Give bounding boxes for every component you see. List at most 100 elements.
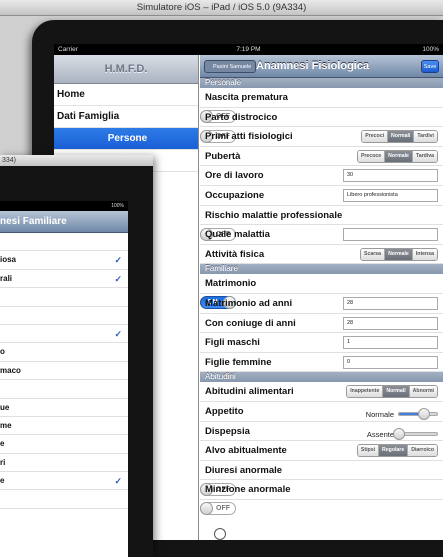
back-simulator-window: 334) 100% nesi Familiare iosa ✓ rali ✓ ✓ o mac…	[0, 155, 153, 557]
back-button[interactable]: Pasini Samuele	[204, 60, 257, 73]
back-window-title: 334)	[0, 155, 153, 166]
list-item-label: iosa	[0, 255, 17, 265]
list-item[interactable]: iosa ✓	[0, 251, 128, 270]
ore-lavoro-field[interactable]: 30	[343, 169, 438, 183]
list-item[interactable]	[0, 380, 128, 399]
figli-maschi-field[interactable]: 1	[343, 336, 438, 350]
list-item[interactable]: ri	[0, 454, 128, 473]
clock: 7:19 PM	[236, 46, 261, 53]
segment-normali[interactable]: Normali	[383, 386, 410, 398]
segment-inappetente[interactable]: Inappetente	[347, 386, 384, 398]
segment-abnormi[interactable]: Abnormi	[409, 386, 437, 398]
coniuge-anni-field[interactable]: 28	[343, 316, 438, 330]
segment-precoci[interactable]: Precoci	[362, 131, 389, 143]
row-figlie-femmine: Figlie femmine 0	[200, 353, 443, 373]
segment-intensa[interactable]: Intensa	[412, 248, 437, 260]
row-appetito: Appetito Normale	[200, 402, 443, 422]
section-header-personale: Personale	[200, 78, 443, 88]
segment-regolare[interactable]: Regolare	[379, 445, 409, 457]
list-item[interactable]	[0, 288, 128, 307]
occupazione-field[interactable]: Libero professionista	[343, 188, 438, 202]
slider-thumb[interactable]	[417, 408, 430, 421]
row-figli-maschi: Figli maschi 1	[200, 333, 443, 353]
list-item[interactable]: me	[0, 417, 128, 436]
save-button[interactable]: Save	[421, 60, 439, 73]
list-item-label: e	[0, 476, 5, 486]
section-header-familiare: Familiare	[200, 264, 443, 275]
row-label: Pubertà	[205, 150, 241, 162]
home-button[interactable]	[214, 528, 226, 540]
segment-normali[interactable]: Normali	[388, 131, 415, 143]
sidebar-item-home[interactable]: Home	[54, 84, 198, 106]
row-parto-distrocico: Parto distrocico OFF	[200, 108, 443, 143]
row-label: Abitudini alimentari	[205, 386, 294, 398]
row-label: Attività fisica	[205, 248, 265, 260]
segment-diarroico[interactable]: Diarroico	[408, 445, 437, 457]
row-occupazione: Occupazione Libero professionista	[200, 186, 443, 206]
switch-knob	[200, 502, 213, 516]
list-item[interactable]	[0, 233, 128, 252]
puberta-segmented[interactable]: Precoce Normale Tardiva	[356, 149, 438, 163]
abitudini-segmented[interactable]: Inappetente Normali Abnormi	[346, 385, 438, 399]
list-item[interactable]: maco	[0, 362, 128, 381]
list-item[interactable]	[0, 490, 128, 509]
checkmark-icon: ✓	[114, 328, 122, 339]
row-diuresi: Diuresi anormale OFF	[200, 461, 443, 496]
row-quale-malattia: Quale malattia	[200, 225, 443, 245]
row-primi-atti: Primi atti fisiologici Precoci Normali T…	[200, 127, 443, 147]
segment-scarsa[interactable]: Scarsa	[361, 248, 386, 260]
sidebar-item-persone[interactable]: Persone	[54, 128, 198, 150]
slider-track[interactable]	[393, 428, 438, 440]
segment-tardiva[interactable]: Tardiva	[412, 150, 437, 162]
segment-stipsi[interactable]: Stipsi	[357, 445, 380, 457]
row-label: Ore di lavoro	[205, 170, 264, 182]
detail-nav-bar: Pasini Samuele Anamnesi Fisiologica Save	[200, 55, 443, 78]
figlie-femmine-field[interactable]: 0	[343, 355, 438, 369]
alvo-segmented[interactable]: Stipsi Regolare Diarroico	[356, 444, 438, 458]
back-battery-level: 100%	[0, 201, 128, 211]
list-item-label: ue	[0, 402, 10, 412]
list-item[interactable]: e	[0, 435, 128, 454]
row-rischio: Rischio malattie professionale OFF	[200, 206, 443, 241]
checkmark-icon: ✓	[114, 255, 122, 266]
list-item[interactable]: e ✓	[0, 472, 128, 491]
list-item-label: o	[0, 347, 5, 357]
minzione-switch[interactable]: OFF	[200, 502, 236, 516]
list-item[interactable]: ue	[0, 399, 128, 417]
row-matrimonio: Matrimonio ON	[200, 274, 443, 310]
master-nav-bar: H.M.F.D.	[54, 55, 198, 84]
slider-track[interactable]	[398, 408, 438, 421]
row-label: Matrimonio	[205, 278, 257, 290]
row-label: Con coniuge di anni	[205, 317, 296, 329]
quale-malattia-field[interactable]	[343, 228, 438, 242]
primi-atti-segmented[interactable]: Precoci Normali Tardivi	[361, 130, 438, 144]
row-label: Figlie femmine	[205, 356, 272, 368]
battery-level: 100%	[422, 46, 439, 53]
segment-tardivi[interactable]: Tardivi	[414, 131, 437, 143]
row-label: Matrimonio ad anni	[205, 297, 293, 309]
row-minzione: Minzione anormale OFF	[200, 480, 443, 516]
row-matrimonio-anni: Matrimonio ad anni 28	[200, 294, 443, 314]
row-label: Figli maschi	[205, 337, 260, 349]
attivita-segmented[interactable]: Scarsa Normale Intensa	[360, 247, 438, 261]
list-item[interactable]: rali ✓	[0, 270, 128, 289]
list-item[interactable]	[0, 307, 128, 325]
list-item-label: maco	[0, 365, 21, 375]
list-item[interactable]: ✓	[0, 325, 128, 344]
segment-normale[interactable]: Normale	[385, 150, 413, 162]
list-item-label: rali	[0, 273, 13, 283]
back-ipad-screen: 100% nesi Familiare iosa ✓ rali ✓ ✓ o maco ue me…	[0, 201, 128, 557]
matrimonio-anni-field[interactable]: 28	[343, 296, 438, 310]
row-coniuge-anni: Con coniuge di anni 28	[200, 314, 443, 334]
segment-precoce[interactable]: Precoce	[357, 150, 386, 162]
back-nav-title: nesi Familiare	[0, 211, 128, 233]
slider-thumb[interactable]	[393, 428, 405, 440]
list-item-label: me	[0, 420, 12, 430]
row-nascita-prematura: Nascita prematura OFF	[200, 88, 443, 123]
row-label: Diuresi anormale	[205, 464, 283, 476]
row-label: Alvo abitualmente	[205, 445, 287, 457]
segment-normale[interactable]: Normale	[385, 248, 413, 260]
list-item[interactable]: o	[0, 343, 128, 362]
checkmark-icon: ✓	[114, 476, 122, 487]
sidebar-item-dati-famiglia[interactable]: Dati Famiglia	[54, 106, 198, 128]
